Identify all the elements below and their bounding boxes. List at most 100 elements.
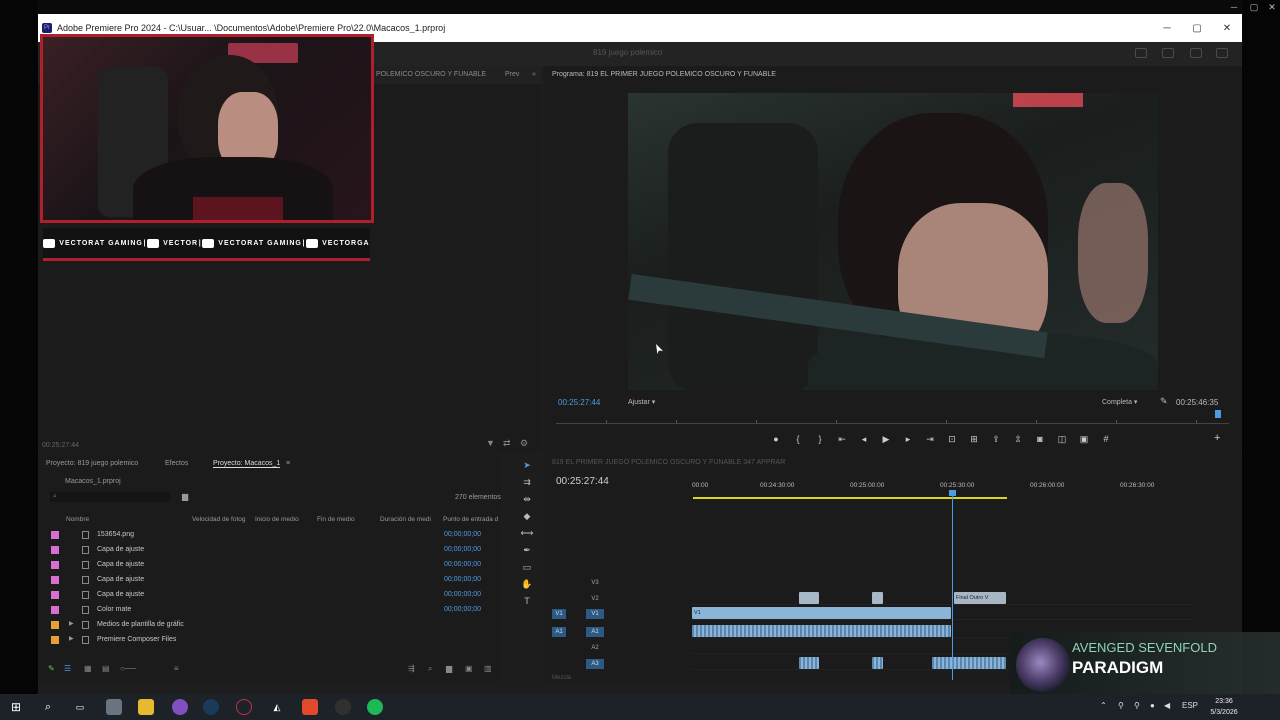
clock[interactable]: 23:36 5/3/2026 <box>1202 696 1246 718</box>
compare-icon[interactable]: ◫ <box>1055 434 1069 445</box>
timeline-tabs[interactable]: 819 EL PRIMER JUEGO POLEMICO OSCURO Y FU… <box>552 459 785 466</box>
go-to-in-icon[interactable]: ⇤ <box>835 434 849 445</box>
new-bin-footer-icon[interactable]: ▆ <box>446 664 452 673</box>
clip-music[interactable] <box>932 657 1006 669</box>
track-header-v2[interactable]: V2 <box>544 591 692 605</box>
start-icon[interactable]: ⊞ <box>8 699 24 715</box>
list-item[interactable]: ▶ Premiere Composer Files <box>38 633 501 648</box>
label-color-swatch[interactable] <box>51 591 59 599</box>
col-in-point[interactable]: Punto de entrada d <box>443 516 498 523</box>
track-header-a2[interactable]: A2 <box>544 640 692 654</box>
type-tool-icon[interactable]: T <box>524 596 530 608</box>
add-button[interactable]: + <box>1214 432 1220 444</box>
mic-icon[interactable]: ● <box>1150 701 1155 710</box>
trash-icon[interactable]: ▥ <box>484 664 492 673</box>
language-indicator[interactable]: ESP <box>1182 701 1198 710</box>
col-media-start[interactable]: Inicio de medio <box>255 516 299 523</box>
go-to-out-icon[interactable]: ⇥ <box>923 434 937 445</box>
expand-chevron-icon[interactable]: ▶ <box>69 620 74 627</box>
label-color-swatch[interactable] <box>51 531 59 539</box>
safe-margins-icon[interactable]: ▣ <box>1077 434 1091 445</box>
track-select-tool-icon[interactable]: ⇉ <box>523 477 531 489</box>
tab-menu-icon[interactable]: ≡ <box>286 460 290 467</box>
chrome-icon[interactable] <box>172 699 188 715</box>
files-icon[interactable] <box>138 699 154 715</box>
workspaces-icon[interactable] <box>1190 48 1202 58</box>
track-header-mix[interactable]: Mezcla <box>544 670 692 684</box>
new-bin-icon[interactable]: ▆ <box>182 492 188 501</box>
timeline-playhead[interactable] <box>952 490 953 680</box>
source-patch-a1[interactable]: A1 <box>552 627 566 637</box>
zoom-slider[interactable]: ○── <box>120 664 136 673</box>
list-view-icon[interactable]: ☰ <box>64 664 71 673</box>
list-item[interactable]: Capa de ajuste 00;00;00;00 <box>38 573 501 588</box>
explorer-icon[interactable] <box>106 699 122 715</box>
work-area-bar[interactable] <box>693 497 1007 499</box>
track-header-a3[interactable]: A3 <box>544 656 692 670</box>
in-point-icon[interactable]: { <box>791 434 805 444</box>
program-scrub-bar[interactable] <box>556 416 1229 424</box>
clip-outro[interactable]: Final Outro V <box>954 592 1006 604</box>
step-forward-icon[interactable]: ▸ <box>901 434 915 445</box>
lift-icon[interactable]: ⇪ <box>989 434 1003 445</box>
icon-view-icon[interactable]: ▦ <box>84 664 92 673</box>
list-item[interactable]: Capa de ajuste 00;00;00;00 <box>38 588 501 603</box>
settings-icon[interactable]: ⚙ <box>520 438 528 449</box>
zoom-fit-dropdown[interactable]: Ajustar ▾ <box>628 398 655 406</box>
wrench-icon[interactable]: ✎ <box>1160 396 1168 407</box>
program-current-timecode[interactable]: 00:25:27:44 <box>558 398 600 407</box>
list-item[interactable]: 153654.png 00;00;00;00 <box>38 528 501 543</box>
clip-main-audio[interactable] <box>692 625 951 637</box>
label-color-swatch[interactable] <box>51 561 59 569</box>
timeline-ruler[interactable]: 00:00 00:24:30:00 00:25:00:00 00:25:30:0… <box>692 482 1192 496</box>
list-item[interactable]: ▶ Medios de plantilla de gráfic <box>38 618 501 633</box>
outer-close-icon[interactable]: ✕ <box>1262 2 1280 13</box>
label-color-swatch[interactable] <box>51 546 59 554</box>
minimize-button[interactable]: ─ <box>1152 23 1182 34</box>
col-name[interactable]: Nombre <box>66 516 89 523</box>
out-point-icon[interactable]: } <box>813 434 827 444</box>
expand-chevron-icon[interactable]: ▶ <box>69 635 74 642</box>
source-patch-v1[interactable]: V1 <box>552 609 566 619</box>
pencil-icon[interactable]: ✎ <box>48 664 55 673</box>
ripple-edit-tool-icon[interactable]: ⇹ <box>523 494 531 506</box>
razor-tool-icon[interactable]: ◆ <box>524 511 531 523</box>
fullscreen-icon[interactable] <box>1216 48 1228 58</box>
hand-tool-icon[interactable]: ✋ <box>521 579 532 591</box>
obs-icon[interactable] <box>335 699 351 715</box>
label-color-swatch[interactable] <box>51 576 59 584</box>
find-icon[interactable]: ⌕ <box>428 664 432 674</box>
list-item[interactable]: Capa de ajuste 00;00;00;00 <box>38 543 501 558</box>
panel-menu-chevron-icon[interactable]: » <box>532 71 536 78</box>
search-icon[interactable]: ⌕ <box>40 699 56 715</box>
clip-sfx[interactable] <box>799 657 819 669</box>
timeline-timecode[interactable]: 00:25:27:44 <box>556 476 609 487</box>
list-item[interactable]: Capa de ajuste 00;00;00;00 <box>38 558 501 573</box>
tab-project-macacos[interactable]: Proyecto: Macacos_1 <box>213 460 281 468</box>
label-color-swatch[interactable] <box>51 636 59 644</box>
outer-maximize-icon[interactable]: ▢ <box>1244 2 1264 13</box>
maximize-button[interactable]: ▢ <box>1182 23 1212 34</box>
selection-tool-icon[interactable]: ➤ <box>523 460 531 472</box>
share-icon[interactable] <box>1162 48 1174 58</box>
tab-project-819[interactable]: Proyecto: 819 juego polemico <box>46 460 138 467</box>
sort-icon[interactable]: ≡ <box>174 664 179 673</box>
automate-icon[interactable]: ⇶ <box>408 664 415 673</box>
rectangle-tool-icon[interactable]: ▭ <box>523 562 532 574</box>
col-media-duration[interactable]: Duración de medi <box>380 516 431 523</box>
usb-icon[interactable]: ⚲ <box>1134 701 1140 710</box>
tab-source-sequence[interactable]: POLEMICO OSCURO Y FUNABLE <box>376 71 486 78</box>
tab-preview[interactable]: Prev <box>505 71 519 78</box>
tab-effects[interactable]: Efectos <box>165 460 188 467</box>
extract-icon[interactable]: ⇫ <box>1011 434 1025 445</box>
multicam-icon[interactable]: # <box>1099 434 1113 444</box>
quick-export-icon[interactable] <box>1135 48 1147 58</box>
outer-minimize-icon[interactable]: ─ <box>1224 2 1244 12</box>
label-color-swatch[interactable] <box>51 606 59 614</box>
list-item[interactable]: Color mate 00;00;00;00 <box>38 603 501 618</box>
program-title[interactable]: Programa: 819 EL PRIMER JUEGO POLEMICO O… <box>552 71 776 78</box>
link-icon[interactable]: ⇄ <box>503 438 511 449</box>
tray-icon[interactable]: ⚲ <box>1118 701 1124 710</box>
slip-tool-icon[interactable]: ⟷ <box>521 528 534 540</box>
tray-chevron-icon[interactable]: ⌃ <box>1100 701 1107 710</box>
